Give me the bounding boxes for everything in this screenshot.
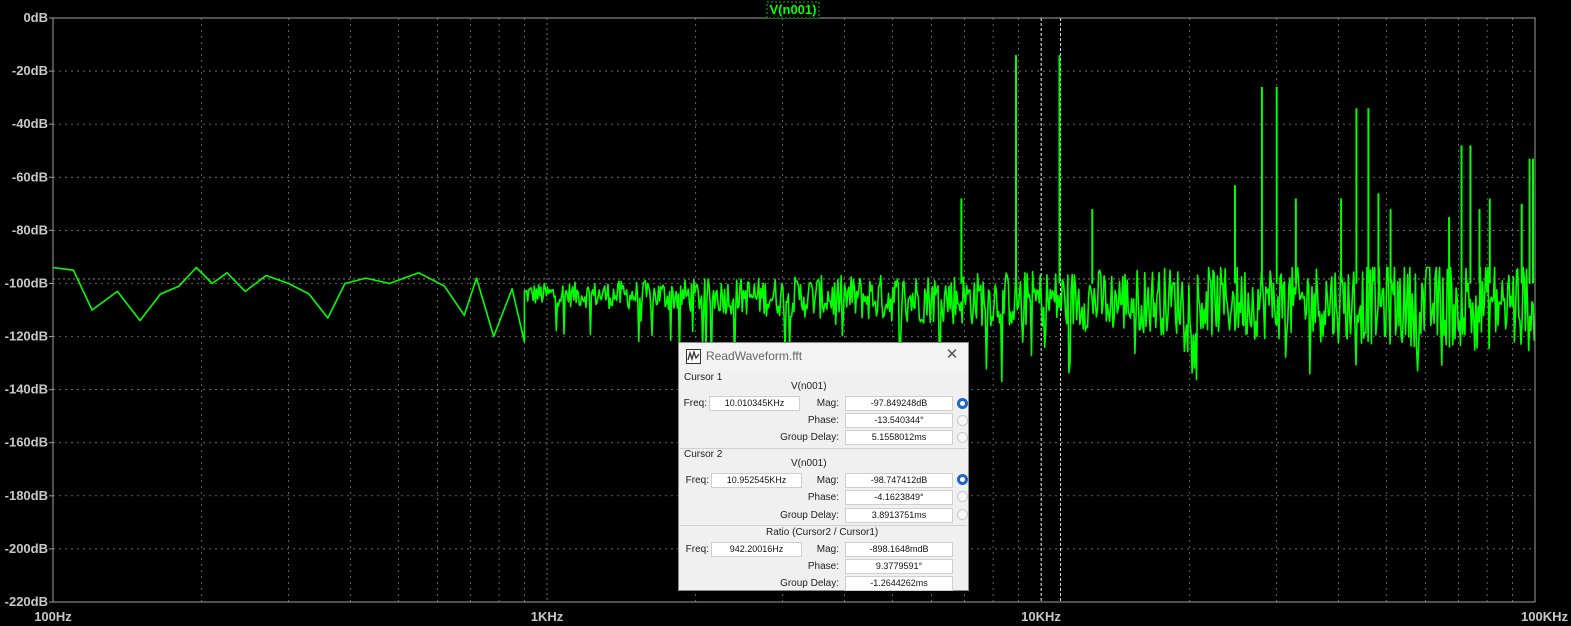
cursor1-freq-label: Freq: [683,398,707,409]
ratio-phase-field[interactable]: 9.3779591° [845,559,953,574]
cursor2-gd-label: Group Delay: [780,510,839,521]
cursor1-mag-label: Mag: [816,398,839,409]
waveform-app-icon [686,349,701,364]
y-tick-label: -120dB [5,329,48,344]
dialog-titlebar[interactable]: ReadWaveform.fft ✕ [679,343,968,371]
y-tick-label: 0dB [23,10,48,25]
trace-title-label[interactable]: V(n001) [770,2,817,17]
y-tick-label: -20dB [12,63,48,78]
y-tick-label: -140dB [5,382,48,397]
close-icon[interactable]: ✕ [944,347,960,363]
cursor2-phase-radio[interactable] [957,491,968,502]
cursor1-freq-field[interactable]: 10.010345KHz [709,396,800,411]
cursor2-mag-radio[interactable] [957,474,968,485]
cursor1-section-label: Cursor 1 [684,372,723,383]
cursor2-trace-label: V(n001) [791,458,827,469]
y-tick-label: -40dB [12,116,48,131]
y-tick-label: -180dB [5,488,48,503]
cursor2-phase-label: Phase: [807,492,839,503]
cursor1-gd-radio[interactable] [957,432,968,443]
ratio-gd-field[interactable]: -1.2644262ms [845,576,953,591]
y-tick-label: -220dB [5,594,48,609]
cursor2-gd-field[interactable]: 3.8913751ms [845,508,953,523]
trace-title[interactable]: V(n001) [766,1,820,19]
ratio-phase-label: Phase: [807,561,839,572]
cursor2-phase-field[interactable]: -4.1623849° [845,490,953,505]
readwaveform-dialog[interactable]: ReadWaveform.fft ✕ Cursor 1 V(n001) Freq… [678,342,969,591]
y-tick-label: -100dB [5,275,48,290]
cursor2-gd-radio[interactable] [957,509,968,520]
cursor2-mag-label: Mag: [816,475,839,486]
x-tick-label: 100Hz [34,609,72,624]
cursor1-phase-field[interactable]: -13.540344° [845,413,953,428]
cursor1-gd-field[interactable]: 5.1558012ms [845,430,953,445]
ratio-mag-label: Mag: [816,544,839,555]
y-tick-label: -200dB [5,541,48,556]
x-tick-label: 10KHz [1021,609,1061,624]
divider [680,448,967,449]
ratio-mag-field[interactable]: -898.1648mdB [845,542,953,557]
y-tick-label: -80dB [12,222,48,237]
divider [680,525,967,526]
y-tick-label: -160dB [5,435,48,450]
dialog-title: ReadWaveform.fft [706,349,803,363]
x-tick-label: 100KHz [1521,609,1568,624]
cursor2-section-label: Cursor 2 [684,449,723,460]
x-tick-label: 1KHz [531,609,564,624]
ratio-freq-label: Freq: [685,544,709,555]
cursor1-phase-label: Phase: [807,415,839,426]
cursor1-phase-radio[interactable] [957,415,968,426]
cursor2-mag-field[interactable]: -98.747412dB [845,473,953,488]
cursor1-trace-label: V(n001) [791,381,827,392]
ratio-gd-label: Group Delay: [780,578,839,589]
cursor1-mag-field[interactable]: -97.849248dB [845,396,953,411]
y-tick-label: -60dB [12,169,48,184]
cursor1-mag-radio[interactable] [957,398,968,409]
cursor1-gd-label: Group Delay: [780,432,839,443]
cursor2-freq-label: Freq: [685,475,709,486]
ratio-section-label: Ratio (Cursor2 / Cursor1) [766,527,879,538]
